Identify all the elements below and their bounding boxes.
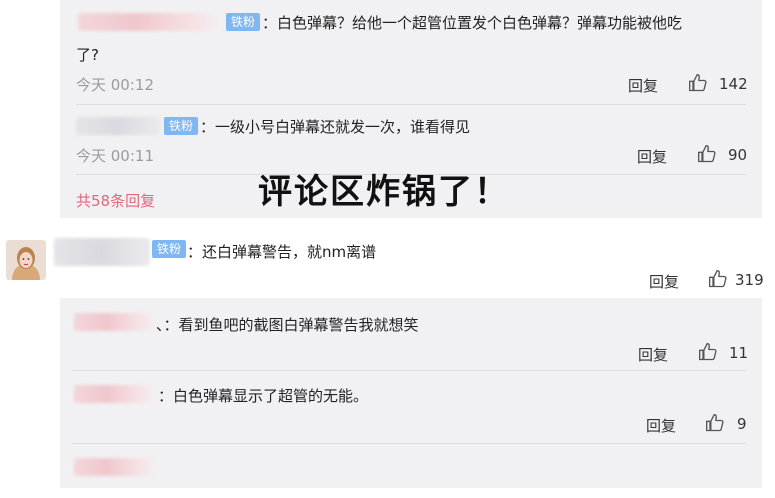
- like-count: 142: [719, 75, 748, 93]
- like-count: 319: [735, 271, 764, 289]
- more-replies-link[interactable]: 共58条回复: [76, 190, 155, 211]
- reply-button[interactable]: 回复: [638, 344, 668, 365]
- fan-badge: 铁粉: [226, 13, 261, 31]
- thumbs-up-icon[interactable]: [698, 342, 718, 362]
- like-count: 9: [737, 415, 747, 433]
- thumbs-up-icon[interactable]: [688, 73, 708, 93]
- comment-text: ：一级小号白弹幕还就发一次，谁看得见: [200, 118, 471, 136]
- username-blurred[interactable]: [76, 117, 160, 135]
- fan-badge: 铁粉: [164, 117, 199, 135]
- like-count: 90: [728, 146, 748, 164]
- thumbs-up-icon[interactable]: [705, 413, 725, 433]
- user-avatar[interactable]: [6, 240, 46, 280]
- comment-text-cont: 了?: [76, 46, 99, 64]
- reply-text: ：白色弹幕显示了超管的无能。: [158, 387, 369, 405]
- username-blurred[interactable]: [74, 458, 156, 476]
- username-blurred[interactable]: [54, 238, 150, 266]
- like-count: 11: [729, 344, 749, 362]
- username-blurred[interactable]: [74, 385, 156, 403]
- overlay-caption: 评论区炸锅了！: [258, 172, 510, 212]
- username-blurred[interactable]: [74, 313, 156, 331]
- comment-time: 今天 00:11: [76, 147, 154, 165]
- thumbs-up-icon[interactable]: [708, 269, 728, 289]
- comment-time: 今天 00:12: [76, 76, 154, 94]
- reply-button[interactable]: 回复: [646, 415, 676, 436]
- reply-button[interactable]: 回复: [649, 271, 679, 292]
- divider: [72, 370, 746, 371]
- comment-text: ：白色弹幕？给他一个超管位置发个白色弹幕？弹幕功能被他吃: [262, 14, 683, 32]
- fan-badge: 铁粉: [152, 240, 187, 258]
- reply-text: 、：看到鱼吧的截图白弹幕警告我就想笑: [156, 316, 419, 334]
- reply-button[interactable]: 回复: [628, 75, 658, 96]
- username-blurred[interactable]: [78, 13, 223, 31]
- divider: [72, 443, 746, 444]
- thumbs-up-icon[interactable]: [697, 144, 717, 164]
- divider: [76, 104, 746, 105]
- comment-text: ：还白弹幕警告，就nm离谱: [187, 243, 377, 261]
- reply-button[interactable]: 回复: [637, 146, 667, 167]
